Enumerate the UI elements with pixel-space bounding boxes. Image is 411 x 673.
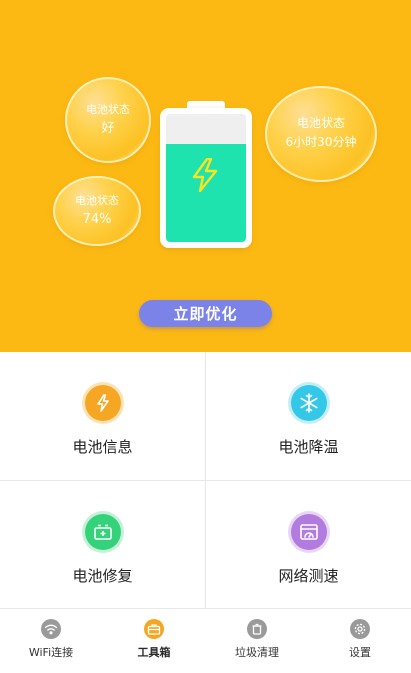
- tab-label: 设置: [349, 646, 371, 659]
- tab-label: 工具箱: [137, 646, 171, 659]
- gear-icon: [350, 619, 370, 639]
- tab-label: WiFi连接: [28, 646, 74, 659]
- battery-percent-bubble: 电池状态 74%: [53, 176, 141, 246]
- battery-health-bubble: 电池状态 好: [65, 77, 151, 163]
- bubble-label: 电池状态: [75, 194, 119, 207]
- tool-label: 网络测速: [278, 567, 339, 585]
- tab-junk-clean[interactable]: 垃圾清理: [206, 609, 308, 673]
- tab-settings[interactable]: 设置: [309, 609, 411, 673]
- bottom-tab-bar: WiFi连接 工具箱 垃圾清理 设置: [0, 608, 411, 673]
- lightning-bolt-icon: [192, 158, 218, 192]
- tool-battery-cooling[interactable]: 电池降温: [206, 352, 411, 480]
- wifi-icon: [41, 619, 61, 639]
- bubble-value: 好: [101, 121, 115, 136]
- battery-repair-icon: [84, 514, 121, 550]
- battery-time-bubble: 电池状态 6小时30分钟: [265, 86, 377, 182]
- toolbox-icon: [144, 619, 164, 639]
- tool-label: 电池降温: [278, 438, 339, 456]
- bubble-value: 74%: [82, 212, 112, 227]
- bubble-label: 电池状态: [86, 103, 130, 116]
- tool-battery-info[interactable]: 电池信息: [0, 352, 205, 480]
- tool-label: 电池信息: [72, 438, 133, 456]
- tab-label: 垃圾清理: [235, 646, 279, 659]
- speedometer-icon: [290, 514, 327, 550]
- optimize-now-button[interactable]: 立即优化: [139, 300, 272, 327]
- trash-icon: [247, 619, 267, 639]
- tool-battery-repair[interactable]: 电池修复: [0, 481, 205, 609]
- tab-wifi-connect[interactable]: WiFi连接: [0, 609, 102, 673]
- snowflake-icon: [290, 385, 327, 421]
- tab-toolbox[interactable]: 工具箱: [103, 609, 205, 673]
- battery-empty-area: [166, 114, 246, 144]
- grid-divider-horizontal: [0, 480, 411, 481]
- tool-label: 电池修复: [72, 567, 133, 585]
- bubble-label: 电池状态: [296, 116, 345, 130]
- battery-bolt-icon: [84, 385, 121, 421]
- tool-network-speed-test[interactable]: 网络测速: [206, 481, 411, 609]
- bubble-value: 6小时30分钟: [285, 135, 357, 149]
